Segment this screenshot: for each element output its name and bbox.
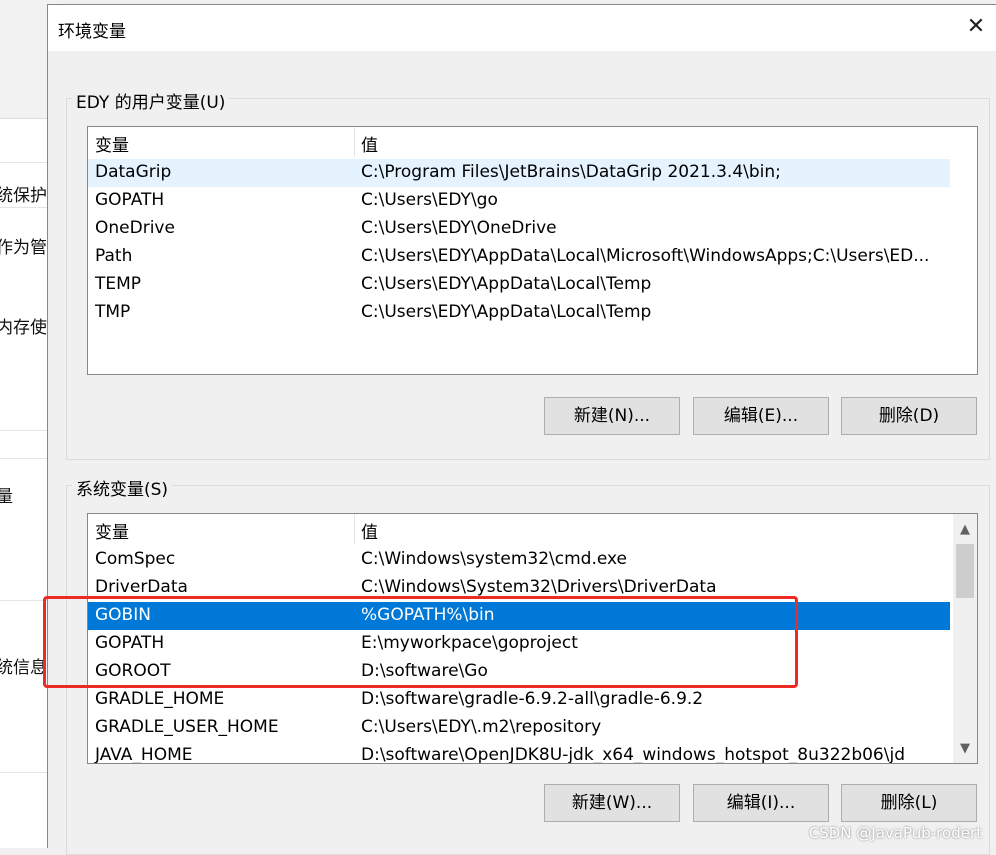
divider (0, 162, 48, 163)
variable-value: C:\Windows\system32\cmd.exe (361, 549, 628, 569)
variable-name: TMP (95, 302, 131, 322)
variable-name: DataGrip (95, 162, 172, 182)
dialog-title: 环境变量 (58, 22, 126, 42)
list-header: 变量 值 (88, 514, 977, 544)
variable-name: JAVA_HOME (95, 745, 193, 764)
close-button[interactable]: ✕ (956, 5, 996, 51)
divider (0, 600, 48, 601)
divider (0, 458, 48, 459)
table-row[interactable]: TMP C:\Users\EDY\AppData\Local\Temp (88, 299, 950, 327)
system-new-button[interactable]: 新建(W)... (544, 784, 680, 822)
scroll-down-icon[interactable]: ▼ (953, 737, 977, 761)
user-new-button[interactable]: 新建(N)... (544, 397, 680, 435)
table-row[interactable]: Path C:\Users\EDY\AppData\Local\Microsof… (88, 243, 950, 271)
table-row[interactable]: GOPATH C:\Users\EDY\go (88, 187, 950, 215)
user-delete-button[interactable]: 删除(D) (841, 397, 977, 435)
variable-name: Path (95, 246, 133, 266)
highlight-annotation (43, 596, 798, 688)
column-header-variable[interactable]: 变量 (95, 518, 129, 543)
scrollbar-thumb[interactable] (956, 544, 974, 598)
variable-name: GOPATH (95, 190, 165, 210)
table-row[interactable]: OneDrive C:\Users\EDY\OneDrive (88, 215, 950, 243)
environment-variables-dialog: 环境变量 ✕ EDY 的用户变量(U) 变量 值 DataGrip C:\Pro… (47, 4, 996, 855)
background-item[interactable]: 作为管 (0, 233, 47, 258)
variable-value: D:\software\OpenJDK8U-jdk_x64_windows_ho… (361, 745, 905, 764)
background-item[interactable]: 量 (0, 482, 13, 507)
variable-value: C:\Users\EDY\go (361, 190, 498, 210)
background-item[interactable]: 统保护 (0, 181, 47, 206)
vertical-scrollbar[interactable]: ▲ ▼ (953, 514, 977, 763)
watermark: CSDN @JavaPub-rodert (808, 824, 982, 842)
list-header: 变量 值 (88, 127, 977, 157)
column-header-value[interactable]: 值 (361, 518, 378, 543)
table-row[interactable]: GRADLE_HOME D:\software\gradle-6.9.2-all… (88, 686, 950, 714)
divider (0, 207, 48, 208)
variable-name: DriverData (95, 577, 188, 597)
table-row[interactable]: TEMP C:\Users\EDY\AppData\Local\Temp (88, 271, 950, 299)
close-icon: ✕ (966, 14, 986, 39)
system-edit-button[interactable]: 编辑(I)... (693, 784, 829, 822)
variable-name: GRADLE_USER_HOME (95, 717, 279, 737)
column-divider[interactable] (354, 127, 355, 157)
variable-value: D:\software\gradle-6.9.2-all\gradle-6.9.… (361, 689, 704, 709)
system-delete-button[interactable]: 删除(L) (841, 784, 977, 822)
variable-value: C:\Users\EDY\.m2\repository (361, 717, 602, 737)
column-divider[interactable] (354, 514, 355, 544)
background-item[interactable]: 统信息 (0, 653, 47, 678)
table-row[interactable]: DataGrip C:\Program Files\JetBrains\Data… (88, 159, 950, 187)
variable-value: C:\Users\EDY\AppData\Local\Temp (361, 274, 652, 294)
variable-value: C:\Users\EDY\AppData\Local\Microsoft\Win… (361, 246, 930, 266)
title-bar[interactable]: 环境变量 ✕ (48, 5, 996, 51)
variable-name: TEMP (95, 274, 142, 294)
column-header-value[interactable]: 值 (361, 131, 378, 156)
variable-value: C:\Users\EDY\OneDrive (361, 218, 557, 238)
variable-name: GRADLE_HOME (95, 689, 225, 709)
divider (0, 772, 48, 773)
divider (0, 430, 48, 431)
scroll-up-icon[interactable]: ▲ (953, 518, 977, 542)
variable-value: C:\Users\EDY\AppData\Local\Temp (361, 302, 652, 322)
table-row[interactable]: GRADLE_USER_HOME C:\Users\EDY\.m2\reposi… (88, 714, 950, 742)
table-row[interactable]: JAVA_HOME D:\software\OpenJDK8U-jdk_x64_… (88, 742, 950, 764)
variable-value: C:\Program Files\JetBrains\DataGrip 2021… (361, 162, 781, 182)
variable-name: OneDrive (95, 218, 175, 238)
table-row[interactable]: ComSpec C:\Windows\system32\cmd.exe (88, 546, 950, 574)
column-header-variable[interactable]: 变量 (95, 131, 129, 156)
user-variables-label: EDY 的用户变量(U) (72, 88, 230, 113)
user-edit-button[interactable]: 编辑(E)... (693, 397, 829, 435)
user-variables-list[interactable]: 变量 值 DataGrip C:\Program Files\JetBrains… (87, 126, 978, 375)
variable-value: C:\Windows\System32\Drivers\DriverData (361, 577, 717, 597)
system-variables-label: 系统变量(S) (72, 475, 173, 500)
variable-name: ComSpec (95, 549, 176, 569)
